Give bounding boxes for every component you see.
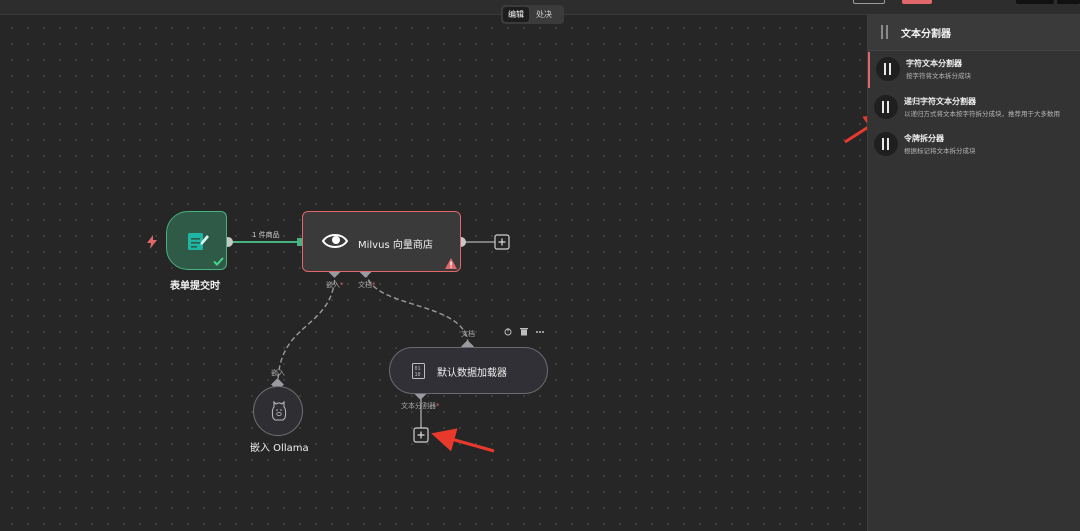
- trash-icon[interactable]: [520, 328, 528, 336]
- top-control-dark[interactable]: [1016, 0, 1054, 4]
- edge-item-count-label: 1 件商品: [252, 231, 280, 239]
- panel-title: 文本分割器: [901, 29, 951, 40]
- node-milvus-vector-store[interactable]: Milvus 向量商店: [302, 211, 461, 272]
- panel-item-title: 令牌拆分器: [904, 134, 944, 143]
- panel-header: 文本分割器: [868, 14, 1080, 51]
- panel-item-title: 字符文本分割器: [906, 59, 962, 68]
- node-loader-title: 默认数据加载器: [437, 368, 507, 379]
- panel-item-title: 递归字符文本分割器: [904, 97, 976, 106]
- port-label-embed: 嵌入*: [326, 281, 344, 289]
- port-label-loader-document: 文档: [461, 330, 475, 338]
- port-label-text-splitter: 文本分割器*: [401, 402, 440, 410]
- top-control-dark-2[interactable]: [1057, 0, 1080, 4]
- lightning-icon: [147, 235, 157, 249]
- splitter-icon: [876, 57, 900, 81]
- panel-item-desc: 以递归方式将文本按字符拆分成块，推荐用于大多数用: [904, 110, 1060, 118]
- annotation-arrow-icon: [431, 428, 495, 453]
- node-embeddings-ollama[interactable]: [253, 386, 303, 436]
- top-action-button[interactable]: [902, 0, 932, 4]
- panel-item-desc: 根据标记将文本拆分成块: [904, 147, 976, 155]
- splitter-icon: [874, 132, 898, 156]
- svg-text:10: 10: [415, 372, 421, 378]
- node-default-data-loader[interactable]: 01 10 默认数据加载器: [389, 347, 548, 394]
- more-options-icon[interactable]: [536, 331, 544, 333]
- power-icon[interactable]: [504, 328, 512, 336]
- node-form-trigger-title: 表单提交时: [170, 281, 220, 292]
- node-selector-panel: 文本分割器 字符文本分割器 按字符将文本拆分成块 递归字符文本分割器 以递归方式…: [867, 14, 1080, 531]
- edge-document-loader[interactable]: [365, 271, 469, 346]
- success-check-icon: [213, 257, 224, 266]
- panel-item-desc: 按字符将文本拆分成块: [906, 72, 971, 80]
- node-form-trigger[interactable]: [166, 211, 227, 270]
- panel-item-character-splitter[interactable]: 字符文本分割器 按字符将文本拆分成块: [868, 52, 1080, 88]
- add-node-milvus-output-button[interactable]: [494, 234, 510, 250]
- drag-handle-icon[interactable]: [881, 25, 889, 39]
- splitter-icon: [874, 95, 898, 119]
- ollama-llama-icon: [271, 400, 287, 421]
- warning-icon: [445, 258, 457, 269]
- port-label-document: 文档*: [358, 281, 376, 289]
- milvus-eye-icon: [321, 234, 349, 248]
- add-text-splitter-button[interactable]: [413, 427, 429, 443]
- node-milvus-title: Milvus 向量商店: [358, 240, 433, 251]
- node-ollama-title: 嵌入 Ollama: [250, 443, 309, 454]
- port-label-ollama-embed: 嵌入: [271, 369, 285, 377]
- annotation-arrow-icon: [844, 113, 867, 144]
- panel-item-recursive-splitter[interactable]: 递归字符文本分割器 以递归方式将文本按字符拆分成块，推荐用于大多数用: [868, 90, 1080, 126]
- form-edit-icon: [188, 233, 209, 250]
- binary-file-icon: 01 10: [412, 363, 425, 379]
- panel-item-token-splitter[interactable]: 令牌拆分器 根据标记将文本拆分成块: [868, 127, 1080, 163]
